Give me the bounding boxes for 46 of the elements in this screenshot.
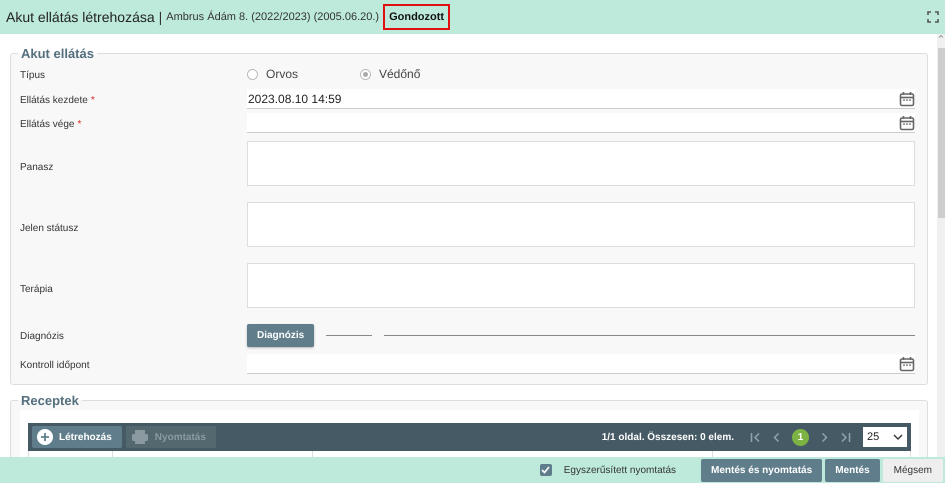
- field-label: Ellátás kezdete: [20, 95, 88, 106]
- radio-label: Védőnő: [379, 67, 420, 81]
- radio-label: Orvos: [266, 67, 298, 81]
- radio-button[interactable]: [247, 68, 258, 80]
- field-label: Jelen státusz: [20, 222, 78, 234]
- field-label: Panasz: [20, 162, 54, 172]
- footer-button[interactable]: Mentés és nyomtatás: [701, 458, 822, 482]
- calendar-icon[interactable]: [899, 356, 915, 372]
- checkbox[interactable]: [540, 464, 552, 476]
- last-page-icon[interactable]: [840, 432, 851, 442]
- field-label: Kontroll időpont: [20, 360, 90, 371]
- field-label: Ellátás vége: [20, 119, 74, 130]
- checkbox-label: Egyszerűsített nyomtatás: [564, 464, 676, 476]
- first-page-icon[interactable]: [750, 432, 761, 442]
- calendar-icon[interactable]: [899, 90, 915, 106]
- chevron-down-icon: [893, 434, 903, 440]
- footer-button[interactable]: Mentés: [825, 458, 880, 482]
- radio-button[interactable]: [360, 68, 371, 80]
- fullscreen-icon[interactable]: [927, 11, 939, 23]
- scroll-up-icon: [938, 34, 944, 38]
- plus-icon: [37, 429, 53, 445]
- previous-page-icon[interactable]: [771, 432, 782, 442]
- section-title: Akut ellátás: [20, 46, 95, 61]
- calendar-icon[interactable]: [899, 114, 915, 130]
- scrollbar-thumb[interactable]: [938, 48, 944, 218]
- next-page-icon[interactable]: [819, 432, 830, 442]
- section-title: Receptek: [20, 393, 80, 408]
- page-size-select[interactable]: 25: [863, 427, 907, 447]
- required-mark: *: [77, 119, 82, 130]
- required-mark: *: [90, 95, 95, 106]
- status-label: Gondozott: [383, 4, 450, 30]
- field-label: Diagnózis: [20, 331, 64, 342]
- date-field[interactable]: 2023.08.10 14:59: [247, 89, 915, 109]
- field-label: Típus: [20, 70, 46, 81]
- field-label: Terápia: [20, 284, 53, 294]
- toolbar-button[interactable]: Létrehozás: [32, 426, 122, 448]
- diagnosis-button[interactable]: Diagnózis: [247, 324, 314, 346]
- date-field[interactable]: [247, 354, 915, 374]
- footer-button[interactable]: Mégsem: [882, 458, 943, 482]
- paging-info: 1/1 oldal. Összesen: 0 elem.: [602, 432, 734, 442]
- title-separator: |: [158, 9, 162, 25]
- date-field[interactable]: [247, 113, 915, 133]
- window-title: Akut ellátás létrehozása: [6, 9, 155, 25]
- page-number[interactable]: 1: [792, 428, 809, 446]
- printer-icon: [130, 429, 149, 445]
- patient-info: Ambrus Ádám 8. (2022/2023) (2005.06.20.): [166, 11, 380, 23]
